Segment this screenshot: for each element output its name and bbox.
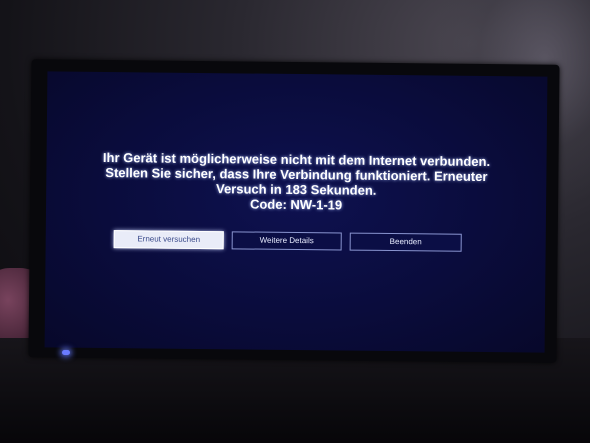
- error-message: Ihr Gerät ist möglicherweise nicht mit d…: [56, 149, 537, 214]
- dialog-button-row: Erneut versuchen Weitere Details Beenden: [113, 230, 466, 254]
- more-details-button[interactable]: Weitere Details: [231, 231, 342, 251]
- power-led-icon: [62, 350, 70, 355]
- retry-button[interactable]: Erneut versuchen: [113, 230, 224, 250]
- room-scene: Ihr Gerät ist möglicherweise nicht mit d…: [0, 0, 590, 443]
- tv-screen: Ihr Gerät ist möglicherweise nicht mit d…: [44, 71, 548, 353]
- quit-button[interactable]: Beenden: [349, 232, 462, 252]
